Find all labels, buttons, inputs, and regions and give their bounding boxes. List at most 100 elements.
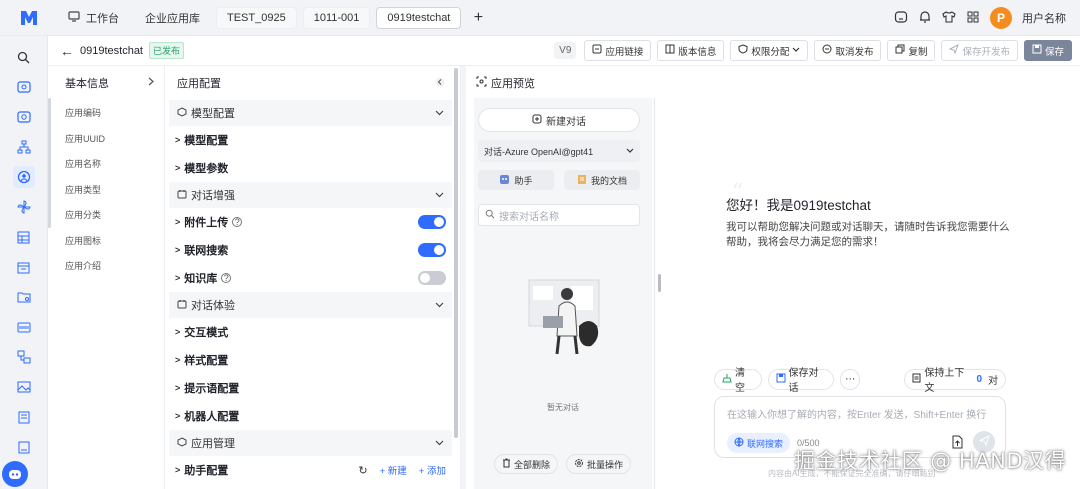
- row-style-config[interactable]: > 样式配置: [165, 346, 460, 374]
- permission-dropdown[interactable]: 权限分配: [730, 40, 809, 61]
- conversation-search-input[interactable]: 搜索对话名称: [478, 204, 640, 226]
- unpublish-button[interactable]: 取消发布: [814, 40, 882, 61]
- avatar[interactable]: P: [990, 7, 1012, 29]
- assistant-button[interactable]: 助手: [478, 170, 554, 190]
- section-experience[interactable]: 对话体验: [169, 292, 452, 318]
- caret-right-icon: >: [175, 383, 181, 393]
- shirt-icon[interactable]: [942, 10, 956, 27]
- chevron-down-icon: [435, 299, 444, 311]
- tab-test-0925[interactable]: TEST_0925: [216, 6, 297, 29]
- back-arrow-icon[interactable]: ←: [60, 43, 76, 59]
- assistant-bot-icon[interactable]: [2, 461, 28, 487]
- nav-item-app-type[interactable]: 应用类型: [48, 177, 164, 203]
- tab-strip: 工作台 企业应用库 TEST_0925 1011-001 0919testcha…: [58, 6, 489, 29]
- org-tree-icon[interactable]: [13, 136, 35, 158]
- my-docs-button[interactable]: 我的文档: [564, 170, 640, 190]
- section-manage[interactable]: 应用管理: [169, 430, 452, 456]
- report-icon[interactable]: [13, 436, 35, 458]
- empty-state-illustration: [519, 276, 609, 358]
- save-icon: [776, 373, 786, 386]
- help-icon[interactable]: ?: [232, 217, 243, 227]
- username[interactable]: 用户名称: [1022, 10, 1066, 26]
- row-assistant-config[interactable]: > 助手配置 ↻ + 新建 + 添加: [165, 456, 460, 484]
- refresh-icon[interactable]: ↻: [358, 464, 367, 477]
- modules-icon[interactable]: [13, 346, 35, 368]
- knowledge-base-toggle[interactable]: [418, 271, 446, 285]
- web-search-chip[interactable]: 联网搜索: [727, 433, 791, 453]
- dashboard-icon[interactable]: [13, 76, 35, 98]
- save-chat-button[interactable]: 保存对话: [767, 368, 835, 394]
- fan-icon[interactable]: [13, 196, 35, 218]
- row-model-params[interactable]: > 模型参数: [165, 154, 460, 182]
- tab-workbench[interactable]: 工作台: [58, 6, 129, 29]
- add-assistant-button[interactable]: + 添加: [419, 463, 446, 477]
- tab-enterprise-app-library[interactable]: 企业应用库: [135, 6, 210, 29]
- row-model-config[interactable]: > 模型配置: [165, 126, 460, 154]
- app-store-icon[interactable]: [13, 106, 35, 128]
- caret-right-icon: >: [175, 245, 181, 255]
- row-knowledge-base[interactable]: > 知识库?: [165, 264, 460, 292]
- caret-right-icon: >: [175, 163, 181, 173]
- row-label: 机器人配置: [184, 411, 240, 423]
- button-label: 应用链接: [605, 46, 644, 58]
- delete-all-button[interactable]: 全部删除: [494, 454, 559, 474]
- nav-item-app-category[interactable]: 应用分类: [48, 202, 164, 228]
- resize-handle[interactable]: [658, 274, 661, 292]
- button-label: 批量操作: [587, 459, 624, 470]
- version-info-button[interactable]: 版本信息: [657, 40, 725, 61]
- new-assistant-button[interactable]: + 新建: [380, 463, 407, 477]
- row-prompt-config[interactable]: > 提示语配置: [165, 374, 460, 402]
- keep-context-button[interactable]: 保持上下文 0 对: [904, 368, 1006, 394]
- app-link-button[interactable]: 应用链接: [584, 40, 652, 61]
- keyboard-icon[interactable]: [13, 316, 35, 338]
- web-search-toggle[interactable]: [418, 243, 446, 257]
- clear-button[interactable]: 清空: [714, 368, 762, 394]
- more-options-button[interactable]: ⋯: [840, 368, 861, 390]
- copy-button[interactable]: 复制: [887, 40, 936, 61]
- section-title: 对话增强: [191, 190, 235, 202]
- chat-toolbar: 清空 保存对话 ⋯ 保持上下文 0 对: [714, 368, 1006, 394]
- scrollbar[interactable]: [454, 68, 458, 438]
- app-config-icon[interactable]: [12, 166, 35, 188]
- chevron-down-icon: [792, 45, 800, 56]
- section-model[interactable]: 模型配置: [169, 100, 452, 126]
- nav-item-app-name[interactable]: 应用名称: [48, 151, 164, 177]
- image-icon[interactable]: [13, 376, 35, 398]
- scrollbar[interactable]: [48, 98, 51, 228]
- tab-0919testchat[interactable]: 0919testchat: [376, 6, 462, 29]
- grid-icon[interactable]: [966, 10, 980, 27]
- collapse-icon[interactable]: [435, 77, 445, 90]
- batch-operation-button[interactable]: 批量操作: [566, 454, 632, 474]
- caret-right-icon: >: [175, 217, 181, 227]
- row-attach-upload[interactable]: > 附件上传?: [165, 208, 460, 236]
- table-icon[interactable]: [13, 226, 35, 248]
- help-icon[interactable]: ?: [221, 273, 232, 283]
- folder-icon[interactable]: [13, 286, 35, 308]
- bell-icon[interactable]: [918, 10, 932, 27]
- robot-icon: [499, 174, 510, 187]
- nav-item-app-uuid[interactable]: 应用UUID: [48, 126, 164, 152]
- button-label: 取消发布: [835, 46, 874, 58]
- row-interaction-mode[interactable]: > 交互模式: [165, 318, 460, 346]
- search-icon[interactable]: [13, 46, 35, 68]
- save-button[interactable]: 保存: [1023, 40, 1072, 61]
- row-robot-config[interactable]: > 机器人配置: [165, 402, 460, 430]
- chat-experience-icon: [177, 299, 187, 312]
- section-enhance[interactable]: 对话增强: [169, 182, 452, 208]
- home-icon[interactable]: [894, 10, 908, 27]
- nav-item-app-code[interactable]: 应用编码: [48, 100, 164, 126]
- attach-upload-toggle[interactable]: [418, 215, 446, 229]
- document-icon[interactable]: [13, 406, 35, 428]
- add-tab-button[interactable]: +: [467, 7, 489, 29]
- logo-icon[interactable]: [16, 8, 42, 28]
- chevron-right-icon[interactable]: [148, 77, 154, 89]
- save-and-publish-button[interactable]: 保存开发布: [941, 40, 1018, 61]
- calendar-icon[interactable]: [13, 256, 35, 278]
- nav-item-app-intro[interactable]: 应用介绍: [48, 253, 164, 279]
- tab-1011-001[interactable]: 1011-001: [302, 6, 371, 29]
- model-select[interactable]: 对话-Azure OpenAI@gpt41: [478, 140, 640, 162]
- basic-info-header[interactable]: 基本信息: [48, 66, 164, 100]
- nav-item-app-icon[interactable]: 应用图标: [48, 228, 164, 254]
- new-chat-button[interactable]: 新建对话: [478, 108, 640, 132]
- row-web-search[interactable]: > 联网搜索: [165, 236, 460, 264]
